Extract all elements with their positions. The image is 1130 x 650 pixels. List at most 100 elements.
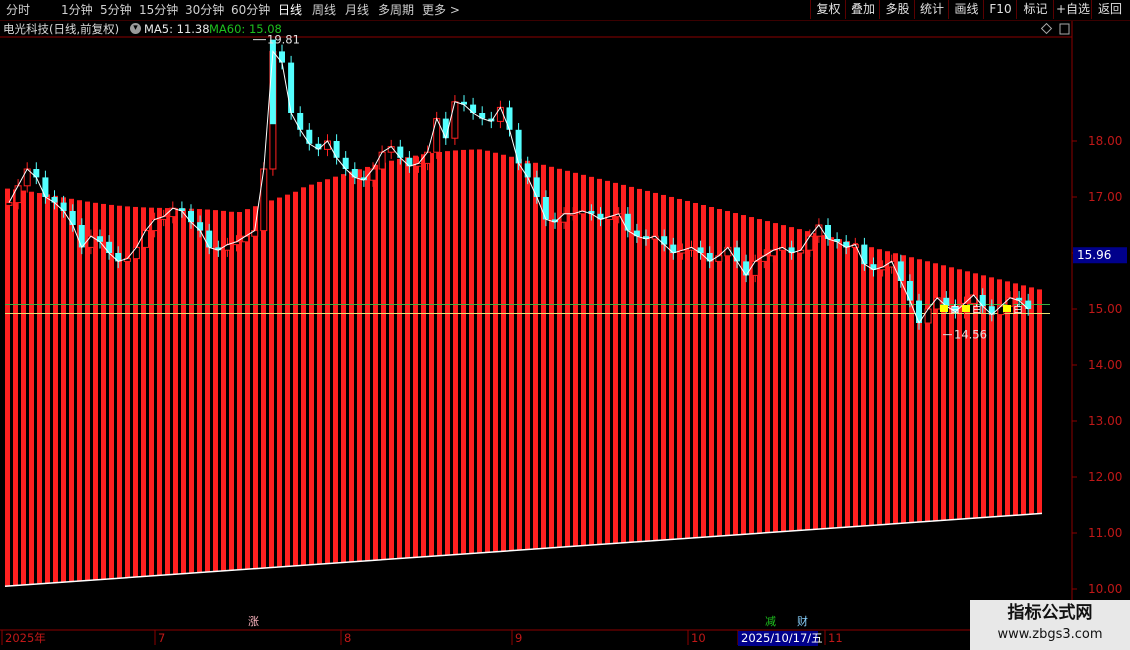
profile-bar (229, 211, 234, 571)
signal-marker (940, 305, 948, 312)
profile-bar (773, 223, 778, 533)
profile-bar (69, 198, 74, 582)
profile-bar (661, 194, 666, 540)
candle-body (260, 168, 268, 232)
price-axis: 18.0017.0016.0015.0014.0013.0012.0011.00… (1072, 134, 1127, 596)
profile-bar (453, 150, 458, 555)
candle-body (751, 260, 759, 276)
profile-bar (381, 162, 386, 560)
candle-body (825, 225, 831, 239)
profile-bar (29, 191, 34, 585)
date-label: 8 (344, 631, 351, 645)
profile-bar (197, 209, 202, 573)
profile-bar (573, 172, 578, 547)
candle-body (151, 218, 159, 232)
profile-bar (261, 203, 266, 569)
watermark-title: 指标公式网 (1007, 603, 1093, 623)
profile-bar (589, 176, 594, 546)
candle-body (815, 224, 823, 237)
price-tick-label: 14.00 (1088, 358, 1122, 372)
low-price-annotation: 14.56 (954, 328, 987, 342)
candle-body (333, 141, 340, 158)
profile-bar (621, 184, 626, 543)
candle-body (515, 129, 522, 164)
candle-body (206, 230, 213, 248)
profile-bar (805, 231, 810, 530)
profile-bar (189, 208, 194, 574)
candle-body (806, 235, 814, 251)
profile-bar (277, 197, 282, 568)
profile-bar (629, 186, 634, 543)
candle-body (279, 51, 285, 63)
event-marker: 涨 (248, 615, 259, 628)
profile-bar (37, 193, 42, 584)
event-marker: 减 (765, 615, 776, 628)
price-tick-label: 13.00 (1088, 414, 1122, 428)
profile-bar (845, 241, 850, 527)
price-tick-label: 17.00 (1088, 190, 1122, 204)
candle-body (524, 163, 531, 178)
candle-body (533, 177, 540, 197)
date-label: 7 (158, 631, 165, 645)
profile-bar (77, 200, 82, 582)
profile-bar (149, 207, 154, 577)
profile-bar (205, 209, 210, 573)
profile-bar (437, 152, 442, 556)
candle-body (743, 261, 750, 276)
candle-body (132, 246, 140, 260)
candle-body (424, 151, 432, 164)
profile-bar (301, 187, 306, 566)
price-tick-label: 18.00 (1088, 134, 1122, 148)
kline-chart[interactable]: 18.0017.0016.0015.0014.0013.0012.0011.00… (0, 0, 1130, 650)
profile-bar (109, 204, 114, 579)
profile-bar (861, 245, 866, 526)
candle-body (69, 211, 76, 225)
profile-bar (565, 170, 570, 547)
annotations: 19.8114.56白白白涨减财 (248, 33, 1023, 628)
profile-bar (533, 162, 538, 549)
profile-bar (693, 202, 698, 538)
candle-body (624, 213, 631, 231)
candle-body (106, 241, 113, 253)
profile-bar (293, 191, 298, 566)
candle-body (288, 62, 295, 113)
profile-bar (837, 239, 842, 528)
date-label: 2025年 (5, 631, 46, 645)
profile-bar (45, 194, 50, 584)
site-watermark: 指标公式网 www.zbgs3.com (970, 600, 1130, 650)
profile-bar (781, 225, 786, 532)
candle-body (5, 202, 13, 206)
candle-body (897, 261, 904, 281)
profile-bar (813, 233, 818, 530)
candle-body (506, 107, 513, 130)
profile-bar (1013, 283, 1018, 516)
candle-body (188, 211, 194, 223)
profile-bar (597, 178, 602, 545)
profile-bar (237, 212, 242, 570)
date-label: 9 (515, 631, 522, 645)
candle-body (378, 151, 386, 170)
profile-bar (765, 221, 770, 533)
profile-bar (285, 194, 290, 567)
profile-bar (821, 235, 826, 529)
candle-body (542, 197, 549, 220)
profile-bar (413, 155, 418, 558)
high-price-annotation: 19.81 (267, 33, 300, 47)
profile-bar (309, 184, 314, 565)
profile-bar (333, 176, 338, 564)
candle-body (42, 177, 49, 197)
profile-bar (5, 188, 10, 587)
profile-bar (829, 237, 834, 529)
candle-body (451, 101, 459, 139)
profile-bar (405, 157, 410, 558)
candle-body (861, 244, 868, 265)
profile-bar (581, 174, 586, 546)
profile-bar (701, 204, 706, 538)
profile-bar (373, 164, 378, 561)
profile-bar (789, 227, 794, 531)
candle-body (342, 157, 349, 169)
profile-bar (1037, 289, 1042, 514)
profile-bar (325, 179, 330, 564)
signal-marker (962, 305, 970, 312)
profile-bar (165, 208, 170, 575)
